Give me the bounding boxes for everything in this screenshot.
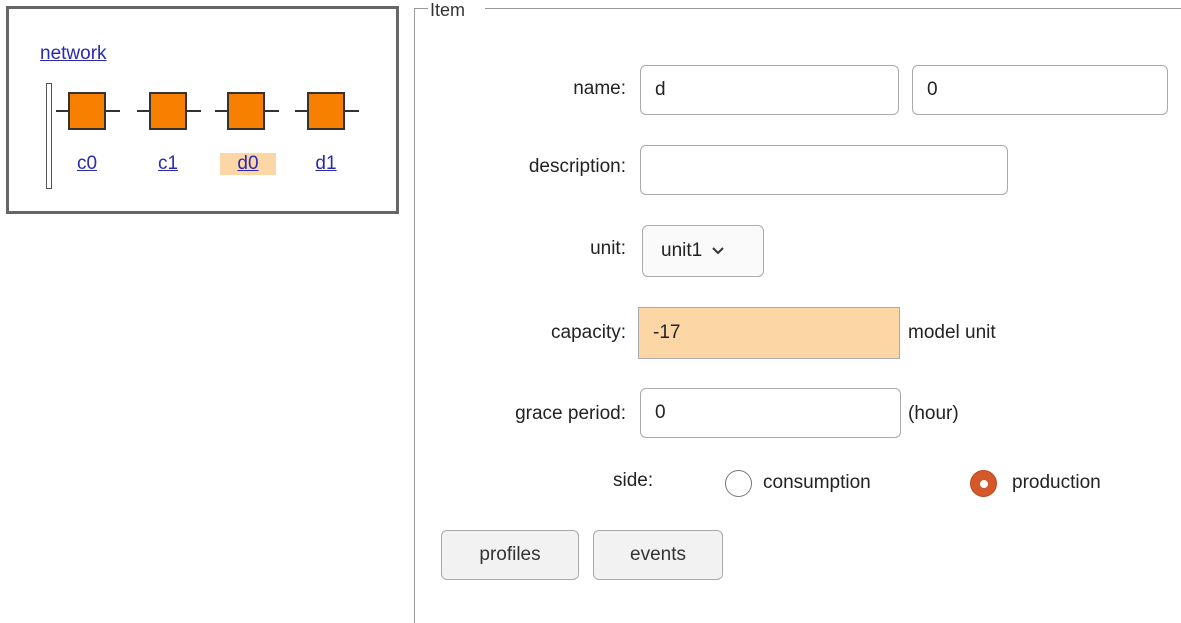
capacity-unit: model unit — [908, 322, 996, 343]
node-label-c0[interactable]: c0 — [68, 153, 106, 175]
side-production-radio[interactable] — [970, 470, 997, 497]
chevron-down-icon — [712, 247, 724, 255]
fieldset-border-top — [485, 8, 1181, 9]
node-box-c1[interactable] — [149, 92, 187, 130]
name-index-input[interactable]: 0 — [912, 65, 1168, 115]
unit-select[interactable]: unit1 — [642, 225, 764, 277]
description-label: description: — [528, 156, 626, 177]
node-label-d1[interactable]: d1 — [307, 153, 345, 175]
node-box-c0[interactable] — [68, 92, 106, 130]
unit-label: unit: — [590, 238, 626, 259]
network-node-d0: d0 — [215, 89, 279, 189]
name-input[interactable]: d — [640, 65, 899, 115]
grace-period-input[interactable]: 0 — [640, 388, 901, 438]
item-legend: Item — [430, 0, 466, 20]
side-consumption-radio[interactable] — [725, 470, 752, 497]
capacity-label: capacity: — [551, 322, 626, 343]
capacity-input[interactable]: -17 — [638, 307, 900, 359]
network-bus — [46, 83, 52, 189]
network-panel: network c0 c1 d0 d1 — [6, 6, 399, 214]
network-node-d1: d1 — [295, 89, 359, 189]
network-node-c1: c1 — [137, 89, 201, 189]
side-consumption-label[interactable]: consumption — [763, 472, 871, 494]
unit-select-value: unit1 — [661, 240, 703, 261]
network-link[interactable]: network — [40, 43, 107, 65]
node-label-d0[interactable]: d0 — [220, 153, 276, 175]
network-node-c0: c0 — [56, 89, 120, 189]
grace-period-unit: (hour) — [908, 403, 959, 424]
events-button[interactable]: events — [593, 530, 723, 580]
node-label-c1[interactable]: c1 — [149, 153, 187, 175]
profiles-button[interactable]: profiles — [441, 530, 579, 580]
name-label: name: — [573, 78, 626, 99]
node-box-d0[interactable] — [227, 92, 265, 130]
node-box-d1[interactable] — [307, 92, 345, 130]
fieldset-border-top — [414, 8, 428, 9]
side-production-label[interactable]: production — [1012, 472, 1101, 494]
grace-period-label: grace period: — [515, 403, 626, 424]
fieldset-border — [414, 8, 415, 623]
side-label: side: — [613, 470, 654, 491]
description-input[interactable] — [640, 145, 1008, 195]
